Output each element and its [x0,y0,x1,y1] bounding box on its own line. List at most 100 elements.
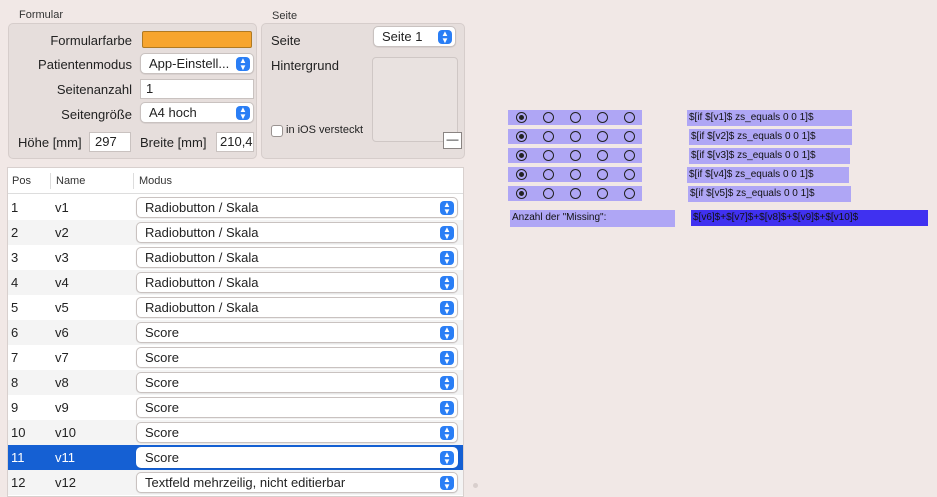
radio-button-icon[interactable] [597,131,608,142]
modus-select[interactable]: Radiobutton / Skala ▲ ▼ [136,272,458,293]
modus-select[interactable]: Score ▲ ▼ [136,397,458,418]
remove-background-button[interactable]: — [443,132,462,149]
table-row[interactable]: 6 v6 Score ▲ ▼ [8,320,463,345]
radio-button-icon[interactable] [597,188,608,199]
radio-button-icon[interactable] [543,188,554,199]
radio-group-row [508,110,642,125]
seite-select[interactable]: Seite 1 ▲ ▼ [373,26,456,47]
radio-button-icon[interactable] [624,169,635,180]
modus-value: Radiobutton / Skala [145,250,259,265]
radio-group-row [508,148,642,163]
formula-field[interactable]: $[if $[v4]$ zs_equals 0 0 1]$ [687,167,849,183]
cell-name: v5 [55,300,69,315]
table-row[interactable]: 9 v9 Score ▲ ▼ [8,395,463,420]
patientenmodus-select[interactable]: App-Einstell... ▲ ▼ [140,53,254,74]
modus-select[interactable]: Score ▲ ▼ [136,372,458,393]
radio-button-icon[interactable] [624,150,635,161]
chevron-updown-icon: ▲ ▼ [440,401,454,416]
cell-pos: 4 [11,275,19,290]
radio-button-icon[interactable] [543,112,554,123]
modus-value: Score [145,375,179,390]
modus-select[interactable]: Radiobutton / Skala ▲ ▼ [136,297,458,318]
chevron-updown-icon: ▲ ▼ [440,276,454,291]
radio-group-row [508,186,642,201]
modus-select[interactable]: Score ▲ ▼ [136,447,458,468]
radio-button-icon[interactable] [543,131,554,142]
modus-select[interactable]: Score ▲ ▼ [136,422,458,443]
table-row-selected[interactable]: 11 v11 Score ▲ ▼ [8,445,463,470]
resize-handle-dot[interactable] [473,483,478,488]
table-row[interactable]: 3 v3 Radiobutton / Skala ▲ ▼ [8,245,463,270]
column-header-name[interactable]: Name [56,175,85,187]
cell-name: v7 [55,350,69,365]
modus-select[interactable]: Radiobutton / Skala ▲ ▼ [136,222,458,243]
hintergrund-image-well[interactable] [372,57,458,142]
radio-button-icon[interactable] [570,112,581,123]
seitengroesse-select[interactable]: A4 hoch ▲ ▼ [140,102,254,123]
radio-button-icon[interactable] [570,169,581,180]
radio-group-row [508,129,642,144]
table-row[interactable]: 8 v8 Score ▲ ▼ [8,370,463,395]
radio-button-icon[interactable] [597,169,608,180]
modus-select[interactable]: Textfeld mehrzeilig, nicht editierbar ▲ ▼ [136,472,458,493]
radio-button-icon[interactable] [624,131,635,142]
header-separator [8,193,463,194]
table-row[interactable]: 10 v10 Score ▲ ▼ [8,420,463,445]
column-divider [50,173,51,189]
formularfarbe-swatch[interactable] [142,31,252,48]
ios-versteckt-checkbox[interactable] [271,125,283,137]
radio-button-icon[interactable] [516,150,527,161]
cell-pos: 8 [11,375,19,390]
seite-label: Seite [271,33,301,48]
radio-button-icon[interactable] [570,188,581,199]
seitenanzahl-field[interactable]: 1 [140,79,254,99]
modus-value: Radiobutton / Skala [145,300,259,315]
cell-pos: 3 [11,250,19,265]
radio-group-row [508,167,642,182]
missing-label[interactable]: Anzahl der "Missing": [510,210,675,227]
table-row[interactable]: 7 v7 Score ▲ ▼ [8,345,463,370]
chevron-updown-icon: ▲ ▼ [440,451,454,466]
modus-value: Radiobutton / Skala [145,200,259,215]
table-row[interactable]: 5 v5 Radiobutton / Skala ▲ ▼ [8,295,463,320]
column-divider [133,173,134,189]
cell-name: v2 [55,225,69,240]
radio-button-icon[interactable] [570,150,581,161]
formula-field[interactable]: $[if $[v5]$ zs_equals 0 0 1]$ [688,186,851,202]
table-row[interactable]: 2 v2 Radiobutton / Skala ▲ ▼ [8,220,463,245]
modus-select[interactable]: Radiobutton / Skala ▲ ▼ [136,197,458,218]
radio-button-icon[interactable] [516,112,527,123]
cell-pos: 12 [11,475,26,490]
table-row[interactable]: 12 v12 Textfeld mehrzeilig, nicht editierb… [8,470,463,495]
missing-formula[interactable]: $[v6]$+$[v7]$+$[v8]$+$[v9]$+$[v10]$ [691,210,928,226]
radio-button-icon[interactable] [597,112,608,123]
modus-value: Radiobutton / Skala [145,275,259,290]
radio-button-icon[interactable] [543,150,554,161]
modus-select[interactable]: Radiobutton / Skala ▲ ▼ [136,247,458,268]
cell-name: v1 [55,200,69,215]
patientenmodus-label: Patientenmodus [38,57,132,72]
modus-select[interactable]: Score ▲ ▼ [136,347,458,368]
radio-button-icon[interactable] [516,169,527,180]
radio-button-icon[interactable] [516,131,527,142]
radio-button-icon[interactable] [624,112,635,123]
radio-button-icon[interactable] [624,188,635,199]
radio-button-icon[interactable] [570,131,581,142]
formula-field[interactable]: $[if $[v1]$ zs_equals 0 0 1]$ [687,110,852,126]
radio-button-icon[interactable] [543,169,554,180]
radio-button-icon[interactable] [597,150,608,161]
modus-value: Score [145,325,179,340]
formula-field[interactable]: $[if $[v3]$ zs_equals 0 0 1]$ [689,148,850,164]
modus-value: Score [145,425,179,440]
breite-field[interactable]: 210,4 [216,132,254,152]
cell-name: v3 [55,250,69,265]
radio-button-icon[interactable] [516,188,527,199]
table-row[interactable]: 4 v4 Radiobutton / Skala ▲ ▼ [8,270,463,295]
table-row[interactable]: 1 v1 Radiobutton / Skala ▲ ▼ [8,195,463,220]
modus-select[interactable]: Score ▲ ▼ [136,322,458,343]
formula-field[interactable]: $[if $[v2]$ zs_equals 0 0 1]$ [689,129,852,145]
cell-pos: 2 [11,225,19,240]
column-header-modus[interactable]: Modus [139,175,172,187]
column-header-pos[interactable]: Pos [12,175,31,187]
hoehe-field[interactable]: 297 [89,132,131,152]
